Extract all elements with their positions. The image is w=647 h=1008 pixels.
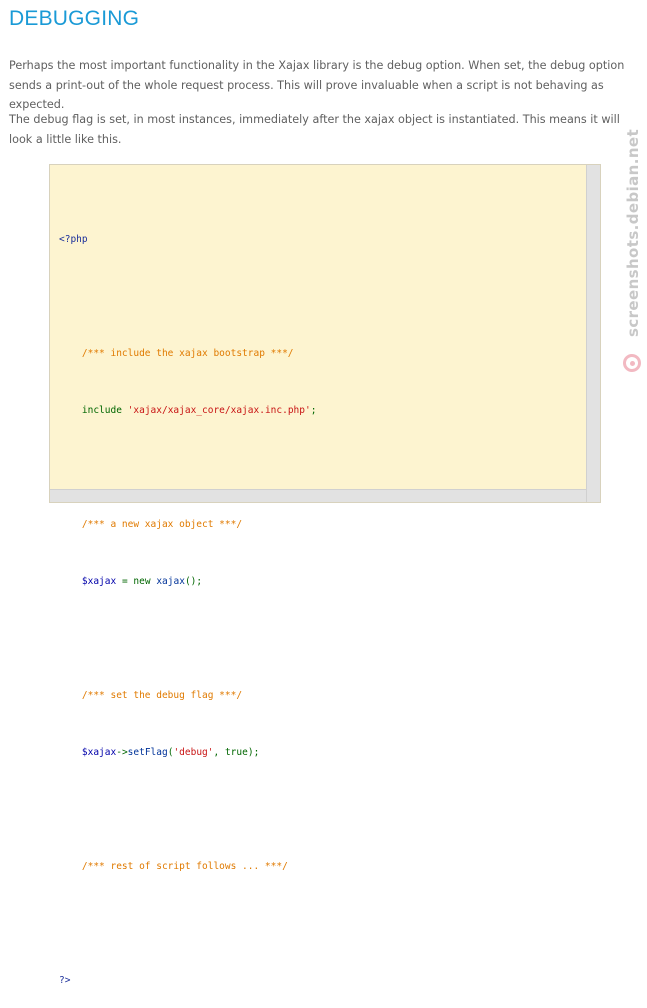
debug-flag-paragraph: The debug flag is set, in most instances… (9, 113, 620, 146)
code-line: $xajax->setFlag('debug', true); (81, 747, 260, 758)
code-comment: /*** set the debug flag ***/ (81, 690, 243, 701)
page-title: DEBUGGING (9, 7, 140, 30)
code-line: $xajax = new xajax(); (81, 576, 203, 587)
code-line: /*** rest of script follows ... ***/ (59, 857, 316, 876)
vertical-scrollbar[interactable] (586, 165, 600, 502)
watermark-text: screenshots.debian.net (624, 128, 642, 337)
code-method: setFlag (127, 747, 168, 758)
code-line: /*** include the xajax bootstrap ***/ (59, 344, 316, 363)
watermark: screenshots.debian.net (620, 128, 646, 382)
code-line: /*** set the debug flag ***/ (59, 686, 316, 705)
code-line: include 'xajax/xajax_core/xajax.inc.php'… (81, 405, 317, 416)
code-comment: /*** rest of script follows ... ***/ (81, 861, 288, 872)
code-line: <?php (59, 230, 316, 249)
code-string: 'xajax/xajax_core/xajax.inc.php' (127, 405, 311, 416)
code-variable: $xajax (81, 576, 117, 587)
php-close-tag: ?> (59, 975, 71, 986)
code-block: <?php /*** include the xajax bootstrap *… (49, 164, 601, 986)
code-comment: /*** a new xajax object ***/ (81, 519, 243, 530)
php-open-tag: <?php (59, 234, 88, 245)
code-comment: /*** include the xajax bootstrap ***/ (81, 348, 294, 359)
code-line: /*** a new xajax object ***/ (59, 515, 316, 534)
code-class: xajax (156, 576, 185, 587)
intro-paragraph: Perhaps the most important functionality… (9, 59, 625, 111)
code-keyword: new (133, 576, 151, 587)
code-keyword: true (224, 747, 248, 758)
code-line: ?> (59, 971, 316, 990)
code-content: <?php /*** include the xajax bootstrap *… (59, 165, 316, 1008)
code-variable: $xajax (81, 747, 117, 758)
horizontal-scrollbar[interactable] (50, 489, 586, 502)
debian-logo-icon (623, 354, 641, 372)
code-keyword: include (81, 405, 122, 416)
code-string: 'debug' (173, 747, 214, 758)
